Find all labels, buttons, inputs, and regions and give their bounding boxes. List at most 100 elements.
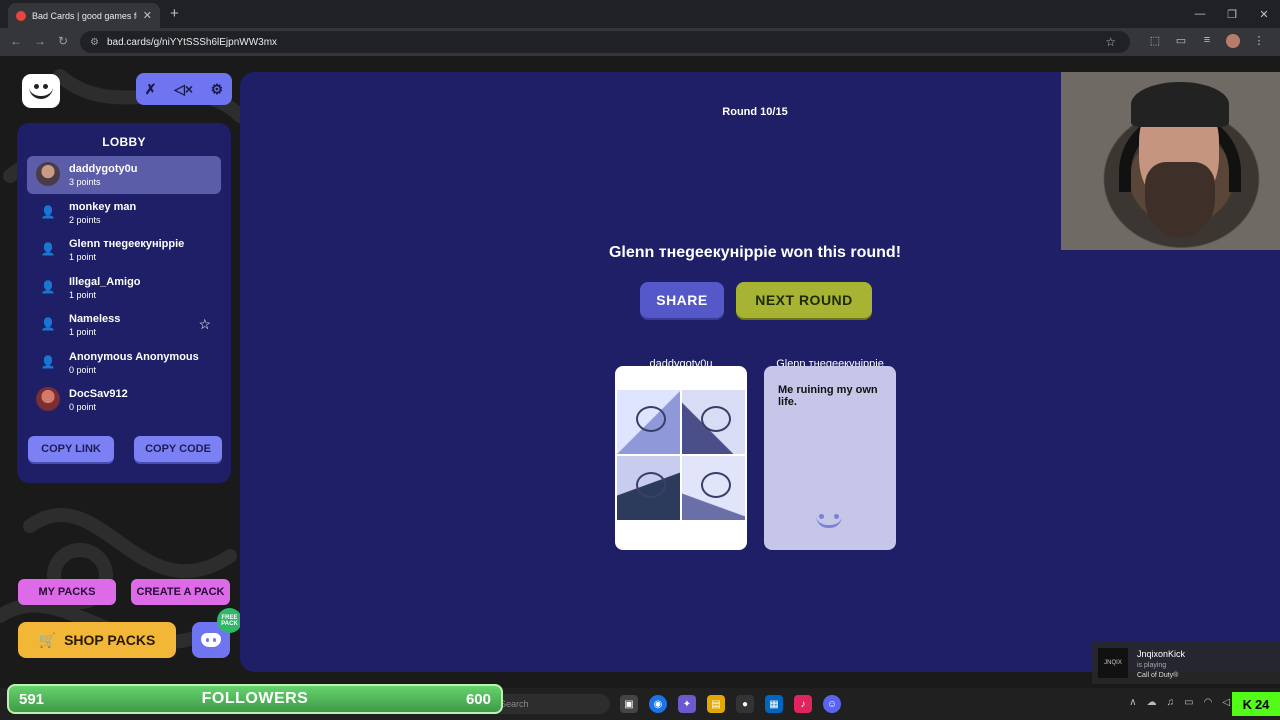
- player-avatar: [36, 162, 60, 186]
- bookmark-star-icon[interactable]: ☆: [1105, 35, 1116, 49]
- player-name: Anonymous Anonymous: [69, 350, 199, 363]
- site-info-icon[interactable]: ⚙: [90, 37, 99, 48]
- tray-chevron-icon[interactable]: ∧: [1129, 697, 1136, 708]
- smile-logo-icon: [29, 83, 53, 99]
- mute-voice-icon[interactable]: ✗: [145, 81, 157, 98]
- followers-current: 591: [19, 690, 45, 708]
- store-icon[interactable]: ▦: [765, 695, 783, 713]
- browser-toolbar: ← → ↻ ⚙ bad.cards/g/niYYtSSSh6lEjpnWW3mx…: [0, 28, 1280, 56]
- answer-card-image[interactable]: [615, 366, 747, 550]
- system-tray: ∧ ☁ ♫ ▭ ◠ ◁: [1129, 697, 1230, 708]
- kick-counter: K 24: [1232, 692, 1280, 716]
- player-name: daddygoty0u: [69, 163, 138, 175]
- chrome-icon[interactable]: ◉: [649, 695, 667, 713]
- new-tab-icon[interactable]: +: [170, 5, 179, 22]
- lobby-actions: COPY LINK COPY CODE: [28, 436, 222, 462]
- obs-icon[interactable]: ●: [736, 695, 754, 713]
- mute-sound-icon[interactable]: ◁×: [174, 81, 193, 98]
- player-points: 0 point: [69, 364, 97, 375]
- player-item[interactable]: 👤 Anonymous Anonymous 0 point: [27, 344, 221, 382]
- player-list: daddygoty0u 3 points 👤 monkey man 2 poin…: [17, 156, 231, 419]
- smile-icon: [816, 514, 842, 528]
- copy-code-button[interactable]: COPY CODE: [134, 436, 222, 462]
- user-icon: 👤: [40, 354, 56, 369]
- shop-packs-label: SHOP PACKS: [64, 632, 156, 648]
- game-controls: ✗ ◁× ⚙: [136, 73, 232, 105]
- reading-list-icon[interactable]: ≡: [1200, 34, 1214, 48]
- now-playing-game: Call of Duty®: [1137, 672, 1179, 679]
- now-playing-user: JnqixonKick: [1137, 649, 1186, 659]
- music-icon[interactable]: ♪: [794, 695, 812, 713]
- user-icon: 👤: [40, 242, 56, 256]
- player-item[interactable]: 👤 Glenn тнegeeкyнippie 1 point: [27, 231, 221, 269]
- player-item[interactable]: 👤 Nameless 1 point ☆: [27, 306, 221, 344]
- meme-image: [617, 390, 745, 520]
- taskbar-apps: ▣ ◉ ✦ ▤ ● ▦ ♪ ☺: [620, 695, 841, 713]
- player-name: Glenn тнegeeкyнippie: [69, 238, 185, 250]
- cloud-icon[interactable]: ☁: [1147, 697, 1157, 708]
- player-item[interactable]: 👤 monkey man 2 points: [27, 194, 221, 232]
- profile-avatar-icon[interactable]: [1226, 34, 1240, 48]
- url-text: bad.cards/g/niYYtSSSh6lEjpnWW3mx: [106, 36, 278, 48]
- my-packs-button[interactable]: MY PACKS: [18, 579, 116, 605]
- lobby-title: LOBBY: [102, 135, 146, 149]
- address-bar[interactable]: ⚙ bad.cards/g/niYYtSSSh6lEjpnWW3mx ☆: [80, 31, 1130, 53]
- followers-label: FOLLOWERS: [201, 690, 309, 707]
- player-item[interactable]: 👤 Illegal_Amigo 1 point: [27, 269, 221, 307]
- extensions-icon[interactable]: ⬚: [1148, 34, 1162, 48]
- display-icon[interactable]: ▭: [1184, 697, 1193, 708]
- player-avatar: [36, 387, 60, 411]
- cart-icon: 🛒: [38, 631, 57, 648]
- kick-count: 24: [1254, 696, 1270, 712]
- maximize-icon[interactable]: ❐: [1216, 0, 1248, 28]
- player-item[interactable]: daddygoty0u 3 points: [27, 156, 221, 194]
- copilot-icon[interactable]: ✦: [678, 695, 696, 713]
- reload-icon[interactable]: ↻: [58, 34, 68, 48]
- followers-goal: 600: [465, 690, 491, 708]
- window-controls: — ❐ ✕: [1184, 0, 1280, 28]
- player-points: 1 point: [69, 252, 97, 262]
- close-tab-icon[interactable]: ✕: [143, 9, 152, 22]
- player-points: 0 point: [69, 402, 97, 412]
- share-button[interactable]: SHARE: [640, 282, 724, 318]
- create-pack-button[interactable]: CREATE A PACK: [131, 579, 230, 605]
- tab-title: Bad Cards | good games for yo: [32, 10, 137, 21]
- discord-taskbar-icon[interactable]: ☺: [823, 695, 841, 713]
- settings-gear-icon[interactable]: ⚙: [211, 81, 224, 98]
- streamer-webcam: [1061, 72, 1280, 250]
- player-item[interactable]: DocSav912 0 point: [27, 381, 221, 419]
- answer-card-winning[interactable]: Me ruining my own life.: [764, 366, 896, 550]
- bad-cards-logo[interactable]: [22, 74, 60, 108]
- user-icon: 👤: [40, 204, 56, 219]
- wifi-icon[interactable]: ◠: [1204, 697, 1213, 708]
- close-window-icon[interactable]: ✕: [1248, 0, 1280, 28]
- next-round-button[interactable]: NEXT ROUND: [736, 282, 872, 318]
- volume-icon[interactable]: ◁: [1222, 697, 1230, 708]
- free-pack-badge: FREE PACK: [217, 608, 242, 633]
- shop-packs-button[interactable]: 🛒 SHOP PACKS: [18, 622, 176, 658]
- minimize-icon[interactable]: —: [1184, 0, 1216, 28]
- browser-tabbar: Bad Cards | good games for yo ✕ + — ❐ ✕: [0, 0, 1280, 28]
- forward-icon[interactable]: →: [34, 34, 46, 48]
- menu-kebab-icon[interactable]: ⋮: [1252, 34, 1266, 48]
- player-points: 1 point: [69, 289, 97, 300]
- browser-tab[interactable]: Bad Cards | good games for yo ✕: [8, 3, 160, 28]
- player-points: 2 points: [69, 214, 101, 225]
- now-playing-status: is playing: [1137, 662, 1167, 669]
- file-explorer-icon[interactable]: ▤: [707, 695, 725, 713]
- cast-icon[interactable]: ▭: [1174, 34, 1188, 48]
- player-name: monkey man: [69, 200, 137, 213]
- followers-goal-bar: 591 FOLLOWERS 600: [7, 684, 503, 714]
- copy-link-button[interactable]: COPY LINK: [28, 436, 114, 462]
- mic-icon[interactable]: ♫: [1167, 697, 1175, 708]
- player-name: Illegal_Amigo: [69, 275, 141, 288]
- discord-icon: [201, 633, 221, 647]
- task-view-icon[interactable]: ▣: [620, 695, 638, 713]
- back-icon[interactable]: ←: [10, 34, 22, 48]
- card-czar-star-icon: ☆: [198, 316, 211, 332]
- game-art: JNQIX: [1098, 648, 1128, 678]
- kick-logo-icon: K: [1242, 696, 1252, 712]
- lobby-panel: LOBBY daddygoty0u 3 points 👤 monkey man …: [17, 123, 231, 483]
- player-points: 3 points: [69, 177, 101, 187]
- taskbar-search[interactable]: Search: [490, 694, 610, 714]
